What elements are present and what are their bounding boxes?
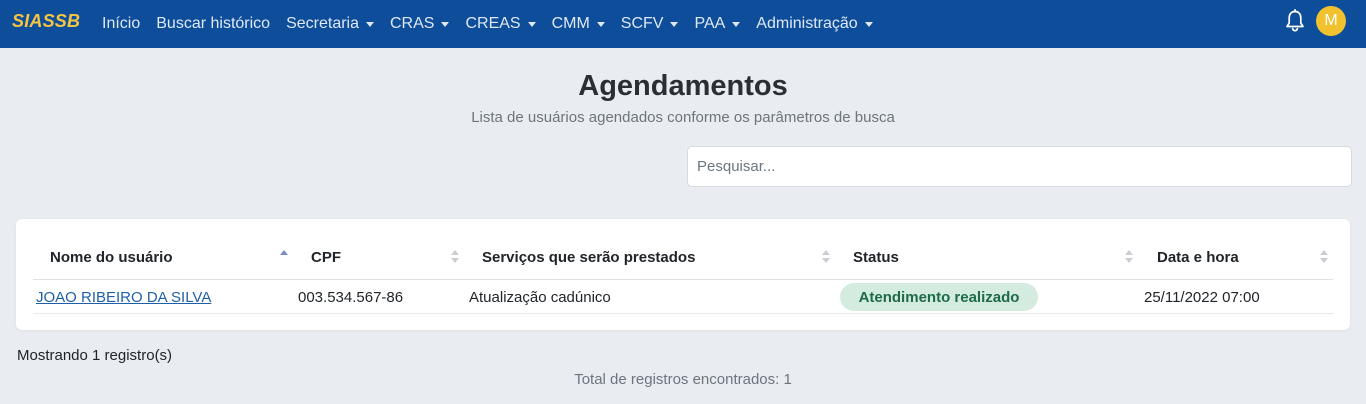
header-divider	[33, 279, 1333, 280]
nav-item-label: CRAS	[390, 15, 435, 32]
nav-item-label: SCFV	[620, 15, 664, 32]
nav-item-cras[interactable]: CRAS	[390, 15, 450, 33]
row-divider	[33, 313, 1333, 314]
cpf-cell: 003.534.567-86	[298, 289, 404, 306]
page-subtitle: Lista de usuários agendados conforme os …	[471, 109, 895, 126]
search-input[interactable]	[687, 146, 1352, 187]
nav-item-inicio[interactable]: Início	[102, 15, 140, 33]
column-header-servicos[interactable]: Serviços que serão prestados	[482, 249, 695, 266]
column-header-data-hora[interactable]: Data e hora	[1157, 249, 1239, 266]
notification-bell-icon[interactable]	[1284, 9, 1306, 33]
brand-logo[interactable]: SIASSB	[12, 11, 80, 32]
column-header-cpf[interactable]: CPF	[311, 249, 341, 266]
records-total-text: Total de registros encontrados: 1	[574, 371, 792, 388]
chevron-down-icon	[441, 22, 450, 27]
sort-icon[interactable]	[1125, 250, 1133, 264]
nav-item-label: CREAS	[465, 15, 521, 32]
nav-item-creas[interactable]: CREAS	[465, 15, 536, 33]
main-nav: Início Buscar histórico Secretaria CRAS …	[102, 0, 889, 48]
sort-asc-icon[interactable]	[280, 250, 288, 264]
sort-icon[interactable]	[1320, 250, 1328, 264]
sort-icon[interactable]	[822, 250, 830, 264]
nav-item-administracao[interactable]: Administração	[756, 15, 873, 33]
chevron-down-icon	[864, 22, 873, 27]
chevron-down-icon	[732, 22, 741, 27]
nav-item-label: Buscar histórico	[156, 15, 271, 32]
nav-item-secretaria[interactable]: Secretaria	[286, 15, 374, 33]
nav-item-label: Secretaria	[286, 15, 359, 32]
user-name-link[interactable]: JOAO RIBEIRO DA SILVA	[36, 289, 211, 306]
nav-item-label: Administração	[756, 15, 858, 32]
nav-item-label: CMM	[551, 15, 590, 32]
records-showing-text: Mostrando 1 registro(s)	[17, 347, 173, 364]
user-avatar[interactable]: M	[1316, 6, 1346, 36]
nav-item-label: Início	[102, 15, 141, 32]
page-title: Agendamentos	[578, 70, 788, 102]
nav-item-scfv[interactable]: SCFV	[621, 15, 679, 33]
nav-item-buscar-historico[interactable]: Buscar histórico	[156, 15, 270, 33]
nav-item-paa[interactable]: PAA	[694, 15, 741, 33]
chevron-down-icon	[366, 22, 374, 27]
chevron-down-icon	[527, 22, 536, 27]
column-header-nome[interactable]: Nome do usuário	[50, 249, 173, 266]
services-cell: Atualização cadúnico	[469, 289, 611, 306]
nav-item-cmm[interactable]: CMM	[552, 15, 605, 33]
column-header-status[interactable]: Status	[853, 249, 899, 266]
chevron-down-icon	[670, 22, 679, 27]
datetime-cell: 25/11/2022 07:00	[1144, 289, 1260, 306]
sort-icon[interactable]	[451, 250, 459, 264]
nav-item-label: PAA	[694, 15, 726, 32]
top-navbar: SIASSB Início Buscar histórico Secretari…	[0, 0, 1366, 48]
chevron-down-icon	[596, 22, 605, 27]
appointments-table-card: Nome do usuário CPF Serviços que serão p…	[16, 219, 1350, 330]
status-badge: Atendimento realizado	[840, 283, 1038, 311]
